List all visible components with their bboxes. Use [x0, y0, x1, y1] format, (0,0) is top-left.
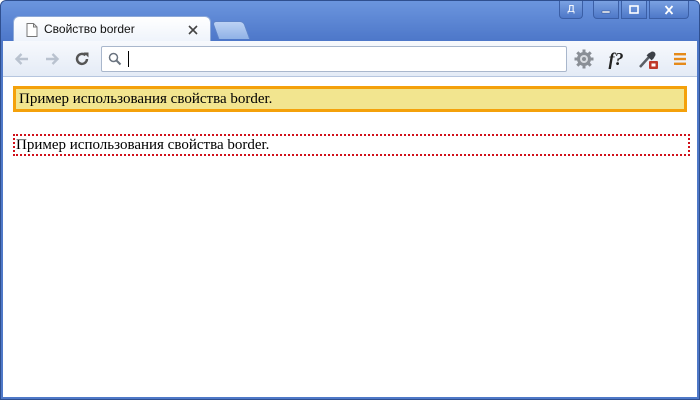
paragraph-dotted-border: Пример использования свойства border.	[13, 134, 690, 156]
close-icon[interactable]	[186, 23, 200, 37]
text-caret	[128, 51, 129, 67]
user-badge[interactable]: Д	[559, 1, 583, 19]
reload-icon[interactable]	[73, 50, 91, 68]
address-bar[interactable]	[101, 46, 567, 72]
window-close-button[interactable]	[649, 1, 689, 19]
page-icon	[26, 23, 38, 37]
page-content: Пример использования свойства border. Пр…	[3, 77, 697, 397]
gear-icon[interactable]	[573, 48, 595, 70]
browser-window: Свойство border Д f? Пример использовани…	[0, 0, 700, 400]
minimize-icon	[601, 10, 611, 13]
maximize-icon	[629, 4, 639, 14]
close-icon	[664, 4, 674, 15]
tab-title: Свойство border	[44, 22, 135, 36]
paragraph-solid-border: Пример использования свойства border.	[13, 86, 687, 112]
minimize-button[interactable]	[593, 1, 619, 19]
toolbar: f?	[3, 41, 697, 77]
address-input[interactable]	[126, 50, 560, 68]
formula-icon[interactable]: f?	[605, 48, 627, 70]
forward-arrow-icon[interactable]	[43, 50, 61, 68]
menu-icon[interactable]	[669, 48, 691, 70]
maximize-button[interactable]	[621, 1, 647, 19]
back-arrow-icon[interactable]	[13, 50, 31, 68]
new-tab-button[interactable]	[211, 21, 251, 39]
window-controls: Д	[559, 1, 689, 21]
title-bar: Свойство border Д	[1, 1, 699, 42]
eyedropper-icon[interactable]	[637, 48, 659, 70]
tab-active[interactable]: Свойство border	[13, 16, 211, 42]
search-icon	[108, 52, 122, 66]
